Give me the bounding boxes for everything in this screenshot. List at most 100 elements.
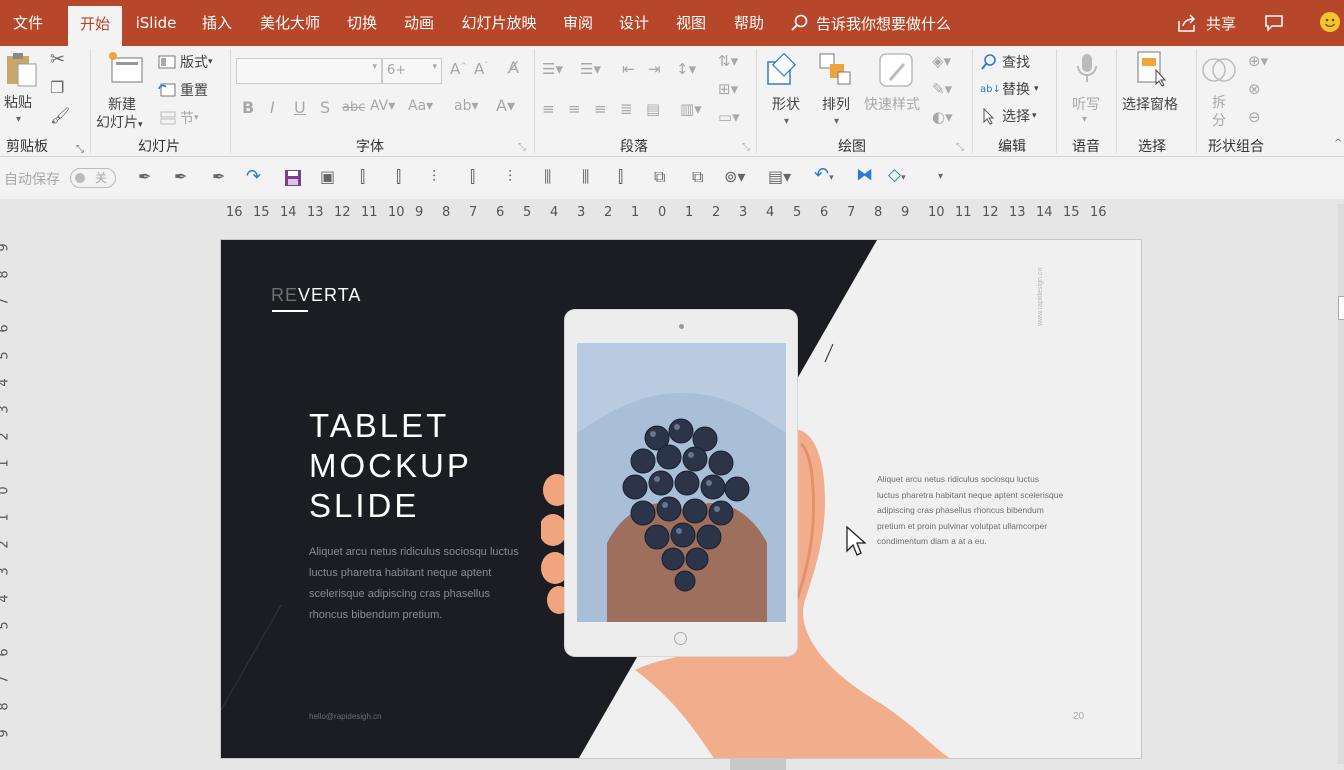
slide[interactable]: REVERTA TABLET MOCKUP SLIDE Aliquet arcu… — [220, 239, 1142, 759]
scrollbar[interactable] — [1338, 204, 1344, 764]
change-case-icon[interactable]: Aa▾ — [408, 98, 433, 114]
align-center-icon[interactable]: ≡ — [568, 100, 581, 118]
new-slide-button[interactable]: 新建 幻灯片▾ — [96, 50, 154, 132]
numbering-icon[interactable]: ☰▾ — [580, 60, 601, 78]
comment-icon[interactable] — [1264, 13, 1284, 37]
share-button[interactable]: 共享 — [1176, 0, 1236, 46]
shrink-font-icon[interactable]: Aˇ — [474, 60, 488, 78]
decrease-indent-icon[interactable]: ⇤ — [622, 60, 635, 78]
distribute-vertical-icon[interactable]: ⫼ — [582, 169, 589, 185]
group-icon[interactable]: ⧉ — [654, 169, 665, 185]
strikethrough-icon[interactable]: abc — [342, 100, 365, 115]
copy-icon[interactable]: ❐ — [50, 80, 64, 96]
font-name-combo[interactable]: ▾ — [236, 58, 382, 84]
tab-help[interactable]: 帮助 — [726, 0, 772, 46]
arrange-button[interactable]: 排列 ▾ — [816, 50, 858, 132]
ungroup-icon[interactable]: ⧉ — [692, 169, 703, 185]
clear-formatting-icon[interactable]: A̸ — [508, 58, 519, 77]
font-color-icon[interactable]: A▾ — [496, 96, 515, 115]
shape-format-icon[interactable]: ◇▾ — [888, 167, 906, 186]
shape-fill-icon[interactable]: ◈▾ — [932, 52, 951, 70]
dialog-launcher-icon[interactable]: ⤡ — [742, 142, 750, 153]
align-left-icon[interactable]: ≡ — [542, 100, 555, 118]
eyedropper-icon[interactable]: ✒ — [138, 169, 151, 185]
highlight-icon[interactable]: ab▾ — [454, 98, 479, 114]
tab-home[interactable]: 开始 — [68, 6, 122, 46]
find-button[interactable]: 查找 — [980, 52, 1030, 72]
font-size-combo[interactable]: 6+ ▾ — [382, 58, 442, 84]
tab-review[interactable]: 审阅 — [556, 0, 600, 46]
layout-button[interactable]: 版式 ▾ — [158, 52, 213, 72]
text-shadow-icon[interactable]: S — [320, 98, 330, 117]
section-button[interactable]: 节 ▾ — [158, 108, 199, 128]
select-button[interactable]: 选择 ▾ — [980, 106, 1037, 126]
dialog-launcher-icon[interactable]: ⤡ — [956, 142, 964, 153]
distribute-horizontal-icon[interactable]: ⫼ — [544, 169, 551, 185]
split-button[interactable]: 拆 分 — [1200, 52, 1240, 134]
justify-icon[interactable]: ≣ — [620, 100, 633, 118]
menu-file[interactable]: 文件 — [0, 0, 56, 46]
save-icon[interactable] — [284, 169, 302, 191]
align-right-icon[interactable]: ≡ — [594, 100, 607, 118]
animation-pane-icon[interactable]: ⧓ — [856, 167, 873, 184]
tab-view[interactable]: 视图 — [668, 0, 714, 46]
smartart-icon[interactable]: ▭▾ — [718, 108, 740, 126]
tab-slideshow[interactable]: 幻灯片放映 — [454, 0, 544, 46]
autosave-toggle[interactable]: 关 — [70, 168, 116, 188]
merge-shapes-icon[interactable]: ⊚▾ — [724, 169, 745, 185]
align-center-objects-icon[interactable]: ⫿ — [396, 169, 401, 185]
eyedropper-icon[interactable]: ✒ — [174, 169, 187, 185]
reset-button[interactable]: 重置 — [158, 80, 208, 100]
union-icon[interactable]: ⊕▾ — [1248, 52, 1268, 70]
italic-icon[interactable]: I — [270, 98, 275, 117]
grow-font-icon[interactable]: A^ — [450, 60, 467, 78]
align-middle-icon[interactable]: ⫿ — [618, 169, 623, 185]
underline-icon[interactable]: U — [294, 98, 306, 117]
cut-icon[interactable]: ✂ — [50, 51, 65, 69]
undo-icon[interactable]: ↶▾ — [814, 166, 834, 186]
bold-icon[interactable]: B — [242, 98, 254, 117]
section-label: 节 — [180, 111, 194, 127]
tab-animations[interactable]: 动画 — [396, 0, 442, 46]
align-top-icon[interactable]: ⫶ — [508, 169, 512, 185]
align-left-objects-icon[interactable]: ⫿ — [360, 169, 365, 185]
text-box-icon[interactable]: ▤▾ — [768, 169, 791, 185]
slideshow-from-start-icon[interactable]: ▣ — [320, 169, 335, 185]
smiley-icon[interactable] — [1320, 12, 1340, 32]
selection-pane-button[interactable]: 选择窗格 — [1120, 50, 1188, 132]
quick-styles-button[interactable]: 快速样式 — [864, 50, 930, 132]
align-right-objects-icon[interactable]: ⫿ — [470, 169, 475, 185]
line-spacing-icon[interactable]: ↕▾ — [676, 60, 696, 78]
shapes-button[interactable]: 形状 ▾ — [764, 50, 810, 132]
tell-me-search[interactable]: 告诉我你想要做什么 — [790, 0, 951, 46]
tab-design[interactable]: 设计 — [612, 0, 656, 46]
align-bottom-icon[interactable]: ⫶ — [432, 169, 436, 185]
dialog-launcher-icon[interactable]: ⤡ — [518, 142, 526, 153]
tab-transitions[interactable]: 切换 — [338, 0, 386, 46]
distributed-icon[interactable]: ▤ — [646, 100, 660, 118]
paste-button[interactable]: 粘贴 ▾ — [4, 50, 42, 132]
format-painter-icon[interactable]: 🖌 — [50, 108, 70, 124]
character-spacing-icon[interactable]: AV▾ — [370, 98, 395, 114]
text-direction-icon[interactable]: ⇅▾ — [718, 52, 738, 70]
tab-insert[interactable]: 插入 — [194, 0, 240, 46]
shape-effects-icon[interactable]: ◐▾ — [932, 108, 953, 126]
collapse-ribbon-icon[interactable]: ^ — [1334, 138, 1342, 149]
tab-islide[interactable]: iSlide — [128, 0, 184, 46]
ruler-tick-label: 9 — [901, 205, 910, 220]
bullets-icon[interactable]: ☰▾ — [542, 60, 563, 78]
align-text-icon[interactable]: ⊞▾ — [718, 80, 738, 98]
redo-icon[interactable]: ↷ — [246, 168, 261, 186]
tab-beautify[interactable]: 美化大师 — [252, 0, 328, 46]
customize-qat-icon[interactable]: ▾ — [938, 169, 943, 185]
dialog-launcher-icon[interactable]: ⤡ — [76, 142, 84, 158]
subtract-icon[interactable]: ⊖ — [1248, 108, 1261, 126]
shape-outline-icon[interactable]: ✎▾ — [932, 80, 952, 98]
increase-indent-icon[interactable]: ⇥ — [648, 60, 661, 78]
scrollbar-thumb[interactable] — [1338, 296, 1344, 320]
intersect-icon[interactable]: ⊗ — [1248, 80, 1261, 98]
eyedropper-icon[interactable]: ✒ — [212, 169, 225, 185]
replace-button[interactable]: ab↓ 替换 ▾ — [980, 79, 1039, 99]
dictate-button[interactable]: 听写 ▾ — [1066, 50, 1110, 132]
columns-icon[interactable]: ▥▾ — [680, 100, 702, 118]
